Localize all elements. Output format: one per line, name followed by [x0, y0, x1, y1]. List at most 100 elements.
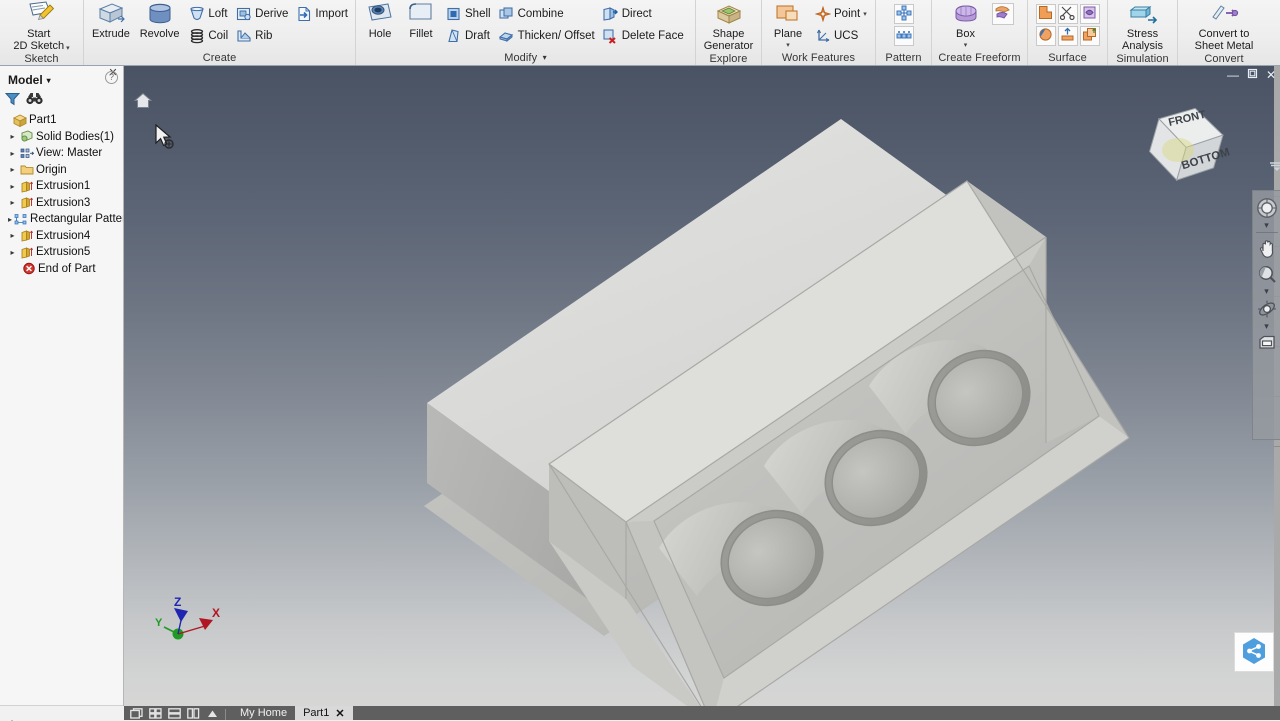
close-button[interactable]: ✕ [1266, 69, 1276, 81]
ucs-button[interactable]: UCS [811, 25, 870, 47]
tab-part1[interactable]: Part1 ✕ [295, 706, 353, 720]
tile-windows-icon[interactable] [149, 707, 162, 719]
steering-wheel-icon[interactable] [1254, 195, 1280, 221]
replace-face-button[interactable] [1079, 26, 1100, 46]
lego-brick-3d-model[interactable] [124, 66, 1280, 706]
cascade-windows-icon[interactable] [130, 707, 143, 719]
expand-arrow-icon[interactable]: ▸ [8, 148, 17, 158]
point-dropdown-caret[interactable]: ▾ [863, 10, 867, 18]
tree-item-end-of-part[interactable]: End of Part [4, 261, 123, 278]
share-button[interactable] [1234, 632, 1274, 672]
direct-button[interactable]: Direct [599, 3, 687, 25]
combine-icon [498, 6, 515, 23]
steering-wheel-dropdown-caret[interactable]: ▾ [1264, 220, 1269, 230]
tile-vertical-icon[interactable] [187, 707, 200, 719]
minimize-button[interactable]: — [1227, 69, 1239, 81]
tree-item-extrusion5[interactable]: ▸ Extrusion5 [4, 244, 123, 261]
modify-group-caret[interactable]: ▾ [540, 53, 547, 62]
3d-viewport[interactable]: — ✕ FRONT BOTTOM ▾ ▾ ▾ Y X Z [124, 66, 1280, 706]
triad-x-label: X [212, 606, 220, 620]
tree-item-extrusion1[interactable]: ▸ Extrusion1 [4, 178, 123, 195]
coil-button[interactable]: Coil [185, 25, 231, 47]
pan-hand-icon[interactable] [1254, 235, 1280, 261]
extend-button[interactable] [1057, 26, 1078, 46]
expand-up-icon[interactable] [206, 708, 219, 719]
revolve-button[interactable]: Revolve [135, 1, 185, 41]
trim-button[interactable] [1057, 4, 1078, 24]
orbit-dropdown-caret[interactable]: ▾ [1264, 321, 1269, 331]
patch-button[interactable] [1035, 4, 1056, 24]
convert-to-sheet-metal-button[interactable]: Convert to Sheet Metal [1191, 1, 1258, 52]
plane-button[interactable]: Plane ▾ [766, 1, 810, 49]
tree-item-extrusion3[interactable]: ▸ Extrusion3 [4, 195, 123, 212]
stitch-icon [1082, 5, 1097, 23]
stitch-button[interactable] [1079, 4, 1100, 24]
expand-arrow-icon[interactable]: ▸ [8, 198, 17, 208]
triad-z-label: Z [174, 595, 181, 609]
box-freeform-dropdown-caret[interactable]: ▾ [964, 41, 968, 49]
start-2d-sketch-dropdown-caret[interactable]: ▾ [66, 44, 70, 52]
extrude-button[interactable]: Extrude [88, 1, 134, 41]
combine-button[interactable]: Combine [495, 3, 598, 25]
tree-item-origin[interactable]: ▸ Origin [4, 162, 123, 179]
tab-my-home[interactable]: My Home [232, 706, 295, 720]
expand-arrow-icon[interactable]: ▸ [8, 181, 17, 191]
zoom-dropdown-caret[interactable]: ▾ [1264, 286, 1269, 296]
view-master-icon [19, 146, 34, 160]
tab-part1-close-icon[interactable]: ✕ [335, 707, 344, 720]
tree-item-rectangular-pattern[interactable]: ▸ Rectangular Pattern [4, 211, 123, 228]
box-freeform-button[interactable]: Box ▾ [946, 1, 986, 49]
rib-button[interactable]: Rib [232, 25, 291, 47]
import-button[interactable]: Import [292, 3, 351, 25]
freeform-icon-grid [991, 1, 1014, 25]
tree-item-label: Rectangular Pattern [30, 213, 123, 226]
viewcube-menu-icon[interactable] [1268, 160, 1280, 172]
browser-title[interactable]: Model ▾ [8, 73, 51, 87]
revolve-label: Revolve [139, 28, 180, 40]
sheet-metal-icon [1209, 1, 1239, 27]
look-at-icon[interactable] [1254, 331, 1280, 357]
orbit-icon[interactable] [1254, 296, 1280, 322]
delete-face-button[interactable]: Delete Face [599, 25, 687, 47]
ribbon-group-sketch: Start 2D Sketch ▾ Sketch [0, 0, 84, 65]
expand-arrow-icon[interactable]: ▸ [8, 165, 17, 175]
create-small-col-2: Derive Rib [232, 1, 291, 47]
find-binoculars-icon[interactable] [26, 92, 43, 109]
point-label: Point [834, 8, 861, 20]
circular-pattern-icon [896, 27, 912, 46]
shell-button[interactable]: Shell [442, 3, 494, 25]
tile-horizontal-icon[interactable] [168, 707, 181, 719]
loft-button[interactable]: Loft [185, 3, 231, 25]
thicken-offset-button[interactable]: Thicken/ Offset [495, 25, 598, 47]
tree-item-extrusion4[interactable]: ▸ Extrusion4 [4, 228, 123, 245]
rectangular-pattern-button[interactable] [893, 4, 914, 24]
point-button[interactable]: Point ▾ [811, 3, 870, 25]
tree-item-part1[interactable]: Part1 [4, 112, 123, 129]
draft-button[interactable]: Draft [442, 25, 494, 47]
filter-icon[interactable] [4, 92, 21, 109]
start-2d-sketch-button[interactable]: Start 2D Sketch ▾ [9, 1, 73, 52]
sculpt-button[interactable] [1035, 26, 1056, 46]
derive-label: Derive [255, 8, 289, 20]
plane-dropdown-caret[interactable]: ▾ [786, 41, 790, 49]
tree-item-label: View: Master [36, 147, 103, 160]
hole-button[interactable]: Hole [360, 1, 400, 41]
freeform-convert-button[interactable] [991, 3, 1014, 25]
expand-arrow-icon[interactable]: ▸ [8, 214, 12, 224]
browser-help-button[interactable]: ? [105, 71, 118, 84]
zoom-magnifier-icon[interactable] [1254, 261, 1280, 287]
home-icon[interactable] [133, 92, 153, 112]
expand-arrow-icon[interactable]: ▸ [8, 247, 17, 257]
tree-item-view-master[interactable]: ▸ View: Master [4, 145, 123, 162]
circular-pattern-button[interactable] [893, 26, 914, 46]
shape-generator-button[interactable]: Shape Generator [700, 1, 757, 52]
fillet-button[interactable]: Fillet [401, 1, 441, 41]
restore-button[interactable] [1247, 68, 1258, 81]
derive-button[interactable]: Derive [232, 3, 291, 25]
viewcube[interactable]: FRONT BOTTOM [1134, 86, 1244, 196]
expand-arrow-icon[interactable]: ▸ [8, 132, 17, 142]
tree-item-solid-bodies[interactable]: ▸ Solid Bodies(1) [4, 129, 123, 146]
ribbon-group-pattern: Pattern [876, 0, 932, 65]
stress-analysis-button[interactable]: Stress Analysis [1118, 1, 1167, 52]
expand-arrow-icon[interactable]: ▸ [8, 231, 17, 241]
